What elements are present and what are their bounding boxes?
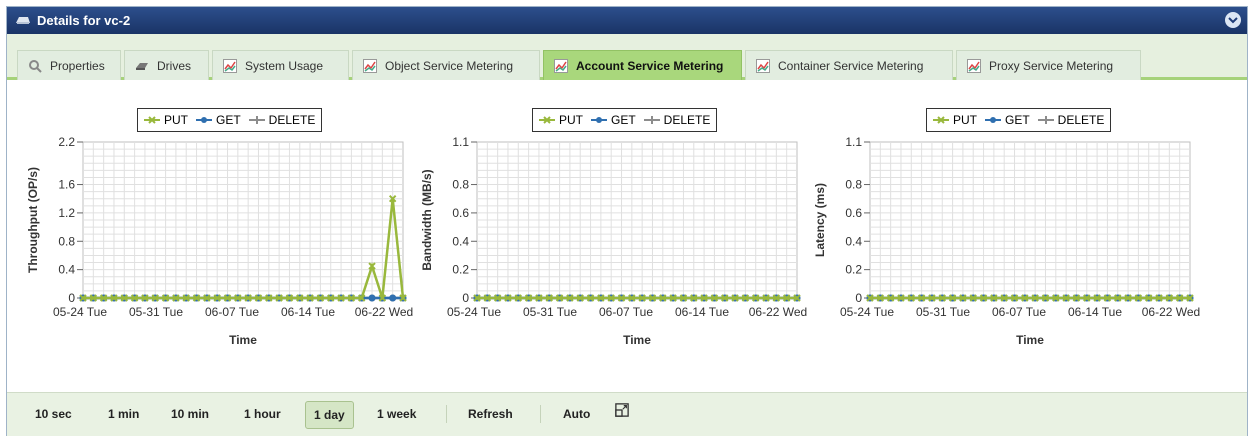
- x-tick-label: 05-31 Tue: [916, 305, 970, 319]
- y-tick-label: 0.8: [58, 234, 75, 248]
- toolbar-divider: [446, 405, 447, 423]
- refresh-button[interactable]: Refresh: [468, 407, 513, 421]
- y-tick-label: 0: [855, 291, 862, 305]
- x-tick-label: 06-14 Tue: [1068, 305, 1122, 319]
- y-tick-label: 0.8: [452, 178, 469, 192]
- tab-system-usage[interactable]: System Usage: [212, 50, 349, 80]
- range-1week-button[interactable]: 1 week: [377, 407, 416, 421]
- y-axis-label: Latency (ms): [813, 183, 827, 257]
- collapse-button[interactable]: [1225, 12, 1241, 28]
- tab-label: Properties: [50, 58, 105, 73]
- range-10sec-button[interactable]: 10 sec: [35, 407, 72, 421]
- chart-icon: [967, 58, 981, 73]
- x-tick-label: 06-14 Tue: [281, 305, 335, 319]
- y-tick-label: 0.6: [845, 206, 862, 220]
- toolbar-divider: [540, 405, 541, 423]
- time-range-toolbar: 10 sec 1 min 10 min 1 hour 1 day 1 week …: [7, 392, 1247, 436]
- tab-object-service-metering[interactable]: Object Service Metering: [352, 50, 540, 80]
- x-tick-label: 05-24 Tue: [840, 305, 894, 319]
- chart-icon: [554, 58, 568, 73]
- y-tick-label: 0.4: [58, 263, 75, 277]
- tab-label: Drives: [157, 58, 192, 73]
- range-1hour-button[interactable]: 1 hour: [244, 407, 281, 421]
- y-tick-label: 2.2: [58, 135, 75, 149]
- tab-label: System Usage: [245, 58, 324, 73]
- y-tick-label: 0.4: [452, 234, 469, 248]
- y-tick-label: 1.6: [58, 178, 75, 192]
- x-tick-label: 06-14 Tue: [675, 305, 729, 319]
- x-tick-label: 06-22 Wed: [355, 305, 413, 319]
- y-tick-label: 0.2: [845, 263, 862, 277]
- y-tick-label: 1.1: [452, 135, 469, 149]
- chart-icon: [223, 58, 237, 73]
- tab-drives[interactable]: Drives: [124, 50, 209, 80]
- expand-icon[interactable]: [615, 403, 629, 417]
- server-icon: [16, 17, 30, 24]
- drive-icon: [136, 62, 148, 70]
- x-tick-label: 05-31 Tue: [523, 305, 577, 319]
- tab-account-service-metering[interactable]: Account Service Metering: [543, 50, 742, 80]
- charts-svg: 0 0.4 0.8 1.2 1.6 2.2 05-24 Tue 05-31 Tue 06-07 …: [26, 135, 1200, 347]
- x-tick-label: 05-24 Tue: [53, 305, 107, 319]
- y-tick-label: 1.2: [58, 206, 75, 220]
- charts-area: PUT GET DELETE PUT GET DELETE PUT GET DE…: [7, 80, 1247, 392]
- x-tick-label: 06-22 Wed: [749, 305, 807, 319]
- x-tick-label: 05-31 Tue: [129, 305, 183, 319]
- chart-icon: [363, 58, 377, 73]
- tab-proxy-service-metering[interactable]: Proxy Service Metering: [956, 50, 1141, 80]
- title-bar: Details for vc-2: [7, 7, 1247, 34]
- y-tick-label: 0.4: [845, 234, 862, 248]
- tab-label: Proxy Service Metering: [989, 58, 1114, 73]
- range-1day-button[interactable]: 1 day: [305, 401, 354, 429]
- y-tick-label: 0.2: [452, 263, 469, 277]
- x-axis-label: Time: [229, 333, 257, 347]
- y-axis-label: Throughput (OP/s): [26, 167, 40, 273]
- y-tick-label: 0.6: [452, 206, 469, 220]
- x-axis-label: Time: [1016, 333, 1044, 347]
- x-axis-label: Time: [623, 333, 651, 347]
- magnifier-icon: [29, 59, 42, 73]
- y-tick-label: 0: [68, 291, 75, 305]
- chevron-down-icon: [1228, 17, 1238, 24]
- range-10min-button[interactable]: 10 min: [171, 407, 209, 421]
- x-tick-label: 05-24 Tue: [447, 305, 501, 319]
- y-tick-label: 1.1: [845, 135, 862, 149]
- x-tick-label: 06-07 Tue: [205, 305, 259, 319]
- range-1min-button[interactable]: 1 min: [108, 407, 139, 421]
- tab-properties[interactable]: Properties: [17, 50, 121, 80]
- x-tick-label: 06-07 Tue: [992, 305, 1046, 319]
- data-point-get: [368, 294, 376, 302]
- y-tick-label: 0: [462, 291, 469, 305]
- chart-icon: [756, 58, 770, 73]
- tab-container-service-metering[interactable]: Container Service Metering: [745, 50, 953, 80]
- data-point-get: [389, 294, 397, 302]
- auto-refresh-button[interactable]: Auto: [563, 407, 590, 421]
- tab-label: Object Service Metering: [385, 58, 514, 73]
- tab-label: Account Service Metering: [576, 58, 724, 73]
- y-axis-label: Bandwidth (MB/s): [420, 169, 434, 270]
- y-tick-label: 0.8: [845, 178, 862, 192]
- details-panel: Details for vc-2 Properties Drives Syste…: [6, 6, 1248, 436]
- tab-label: Container Service Metering: [778, 58, 924, 73]
- x-tick-label: 06-07 Tue: [599, 305, 653, 319]
- tab-bar: Properties Drives System Usage Object Se…: [7, 34, 1247, 80]
- x-tick-label: 06-22 Wed: [1142, 305, 1200, 319]
- window-title: Details for vc-2: [37, 13, 131, 28]
